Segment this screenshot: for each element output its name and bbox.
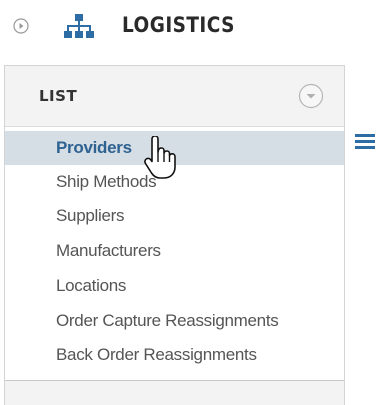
- list-item-back-order-reassignments[interactable]: Back Order Reassignments: [5, 338, 344, 372]
- play-circle-icon[interactable]: [13, 18, 29, 34]
- list-panel: LIST Providers Ship Methods Suppliers Ma…: [4, 65, 345, 405]
- list-item-order-capture-reassignments[interactable]: Order Capture Reassignments: [5, 304, 344, 338]
- hamburger-menu-icon[interactable]: [355, 134, 375, 150]
- chevron-down-circle-icon[interactable]: [298, 83, 324, 109]
- list-item-providers[interactable]: Providers: [5, 131, 344, 165]
- list-item-locations[interactable]: Locations: [5, 269, 344, 303]
- org-tree-icon: [64, 14, 94, 38]
- list-item-suppliers[interactable]: Suppliers: [5, 199, 344, 233]
- panel-title: LIST: [39, 87, 78, 105]
- panel-header: LIST: [5, 66, 344, 126]
- list-item-manufacturers[interactable]: Manufacturers: [5, 234, 344, 268]
- list-item-ship-methods[interactable]: Ship Methods: [5, 165, 344, 199]
- page-title: LOGISTICS: [122, 13, 235, 37]
- content-area: [345, 65, 383, 403]
- list-area: Providers Ship Methods Suppliers Manufac…: [5, 126, 344, 381]
- app-header: LOGISTICS: [0, 0, 383, 60]
